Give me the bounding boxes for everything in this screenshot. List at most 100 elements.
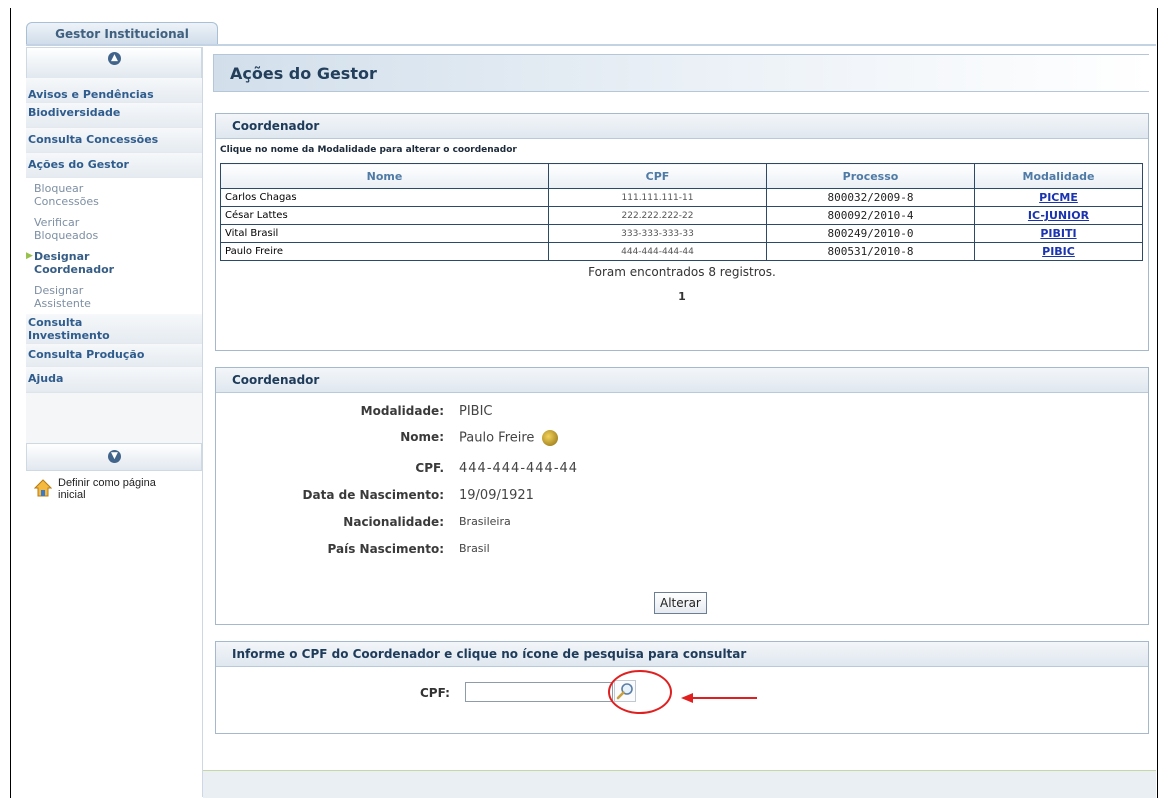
set-homepage-label: Definir como página inicial bbox=[58, 477, 156, 501]
column-header-processo[interactable]: Processo bbox=[766, 163, 975, 189]
table-header-row: Nome CPF Processo Modalidade bbox=[220, 163, 1143, 189]
cell-processo: 800092/2010-4 bbox=[766, 206, 975, 225]
cell-processo: 800249/2010-0 bbox=[766, 224, 975, 243]
sidebar-item-consulta-investimento[interactable]: Consulta Investimento bbox=[26, 314, 202, 344]
cpf-input[interactable] bbox=[465, 682, 613, 702]
annotation-arrow-icon bbox=[681, 693, 757, 703]
column-header-cpf[interactable]: CPF bbox=[548, 163, 767, 189]
cell-processo: 800032/2009-8 bbox=[766, 188, 975, 207]
search-button[interactable] bbox=[614, 680, 636, 702]
table-row: Carlos Chagas 111.111.111-11 800032/2009… bbox=[220, 188, 1143, 207]
sidebar-subitem-label: Designar Coordenador bbox=[34, 250, 115, 276]
cell-cpf: 444-444-444-44 bbox=[548, 242, 767, 261]
cell-modalidade: IC-JUNIOR bbox=[974, 206, 1143, 225]
table-row: Paulo Freire 444-444-444-44 800531/2010-… bbox=[220, 242, 1143, 261]
sidebar-item-consulta-concessoes[interactable]: Consulta Concessões bbox=[26, 128, 202, 153]
field-label: CPF. bbox=[415, 461, 444, 475]
cell-modalidade: PIBIC bbox=[974, 242, 1143, 261]
modalidade-link[interactable]: PIBIC bbox=[1042, 245, 1075, 258]
sidebar-subitem-designar-coordenador[interactable]: ▶ Designar Coordenador bbox=[26, 246, 202, 280]
cell-cpf: 222.222.222-22 bbox=[548, 206, 767, 225]
panel-title: Informe o CPF do Coordenador e clique no… bbox=[216, 642, 1148, 667]
field-value: Brasil bbox=[459, 542, 490, 555]
field-nacionalidade: Nacionalidade: Brasileira bbox=[216, 515, 1146, 537]
cell-nome: Carlos Chagas bbox=[220, 188, 549, 207]
cpf-label: CPF: bbox=[420, 686, 450, 700]
modalidade-link[interactable]: IC-JUNIOR bbox=[1028, 209, 1089, 222]
field-label: Nacionalidade: bbox=[343, 515, 444, 529]
coordenador-table: Nome CPF Processo Modalidade Carlos Chag… bbox=[220, 163, 1143, 261]
person-info-icon[interactable] bbox=[542, 430, 559, 446]
sidebar-item-label: Biodiversidade bbox=[28, 106, 121, 119]
column-header-modalidade[interactable]: Modalidade bbox=[974, 163, 1143, 189]
hint-text: Clique no nome da Modalidade para altera… bbox=[220, 145, 517, 155]
app-tab[interactable]: Gestor Institucional bbox=[26, 22, 218, 45]
column-header-nome[interactable]: Nome bbox=[220, 163, 549, 189]
scroll-down-icon[interactable]: ▼ bbox=[108, 450, 121, 463]
alterar-button[interactable]: Alterar bbox=[654, 592, 707, 614]
sidebar-item-label: Avisos e Pendências bbox=[28, 88, 154, 101]
main-content: Ações do Gestor Coordenador Clique no no… bbox=[203, 47, 1156, 798]
field-label: País Nascimento: bbox=[327, 542, 444, 556]
sidebar-item-avisos[interactable]: Avisos e Pendências bbox=[26, 78, 202, 103]
sidebar-item-label: Consulta Investimento bbox=[28, 316, 110, 342]
frame-left-border bbox=[10, 8, 11, 798]
sidebar-item-label: Ajuda bbox=[28, 372, 64, 385]
field-value: 19/09/1921 bbox=[459, 488, 534, 503]
sidebar-item-label: Ações do Gestor bbox=[28, 158, 129, 171]
field-value: 444-444-444-44 bbox=[459, 461, 579, 476]
sidebar-subitem-bloquear[interactable]: Bloquear Concessões bbox=[26, 178, 202, 212]
frame-right-border bbox=[1157, 8, 1158, 798]
cell-processo: 800531/2010-8 bbox=[766, 242, 975, 261]
sidebar-subitem-label: Verificar Bloqueados bbox=[34, 216, 99, 242]
coordenador-list-panel: Coordenador Clique no nome da Modalidade… bbox=[215, 113, 1149, 351]
field-label: Modalidade: bbox=[360, 404, 444, 418]
sidebar-subitem-label: Bloquear Concessões bbox=[34, 182, 99, 208]
cell-nome: César Lattes bbox=[220, 206, 549, 225]
modalidade-link[interactable]: PICME bbox=[1039, 191, 1078, 204]
sidebar-item-ajuda[interactable]: Ajuda bbox=[26, 367, 202, 392]
field-value: PIBIC bbox=[459, 404, 493, 419]
sidebar-subitem-designar-assistente[interactable]: Designar Assistente bbox=[26, 280, 202, 314]
scroll-up-icon[interactable]: ▲ bbox=[108, 52, 121, 65]
cell-nome: Paulo Freire bbox=[220, 242, 549, 261]
cell-cpf: 111.111.111-11 bbox=[548, 188, 767, 207]
field-nome: Nome: Paulo Freire bbox=[216, 430, 1146, 452]
records-found-text: Foram encontrados 8 registros. bbox=[588, 265, 776, 279]
set-homepage-link[interactable]: Definir como página inicial bbox=[26, 477, 202, 501]
panel-title: Coordenador bbox=[216, 368, 1148, 393]
cell-modalidade: PIBITI bbox=[974, 224, 1143, 243]
page-number-link[interactable]: 1 bbox=[216, 290, 1148, 303]
sidebar-item-biodiversidade[interactable]: Biodiversidade bbox=[26, 103, 202, 128]
house-icon bbox=[33, 479, 53, 497]
cell-modalidade: PICME bbox=[974, 188, 1143, 207]
sidebar-item-acoes-gestor[interactable]: Ações do Gestor bbox=[26, 153, 202, 178]
field-pais-nascimento: País Nascimento: Brasil bbox=[216, 542, 1146, 564]
field-value: Paulo Freire bbox=[459, 430, 535, 446]
magnifier-icon bbox=[616, 683, 633, 700]
sidebar-top-header: ▲ bbox=[26, 47, 202, 78]
modalidade-link[interactable]: PIBITI bbox=[1040, 227, 1076, 240]
tab-underline bbox=[26, 44, 1156, 46]
table-row: Vital Brasil 333-333-333-33 800249/2010-… bbox=[220, 224, 1143, 243]
field-value-wrap: Paulo Freire bbox=[459, 430, 559, 446]
page-title: Ações do Gestor bbox=[213, 54, 1149, 92]
field-modalidade: Modalidade: PIBIC bbox=[216, 404, 1146, 426]
cell-nome: Vital Brasil bbox=[220, 224, 549, 243]
field-label: Data de Nascimento: bbox=[302, 488, 444, 502]
active-marker-icon: ▶ bbox=[26, 251, 33, 261]
sidebar-item-consulta-producao[interactable]: Consulta Produção bbox=[26, 344, 202, 367]
cpf-search-panel: Informe o CPF do Coordenador e clique no… bbox=[215, 641, 1149, 734]
table-row: César Lattes 222.222.222-22 800092/2010-… bbox=[220, 206, 1143, 225]
field-value: Brasileira bbox=[459, 515, 511, 528]
field-cpf: CPF. 444-444-444-44 bbox=[216, 461, 1146, 483]
sidebar-item-label: Consulta Produção bbox=[28, 348, 145, 361]
sidebar-subitem-label: Designar Assistente bbox=[34, 284, 91, 310]
sidebar-bottom-header: ▼ bbox=[26, 443, 202, 471]
sidebar-item-label: Consulta Concessões bbox=[28, 133, 159, 146]
sidebar-subitem-verificar[interactable]: Verificar Bloqueados bbox=[26, 212, 202, 246]
footer-band bbox=[203, 770, 1156, 798]
panel-title: Coordenador bbox=[216, 114, 1148, 139]
cell-cpf: 333-333-333-33 bbox=[548, 224, 767, 243]
field-data-nascimento: Data de Nascimento: 19/09/1921 bbox=[216, 488, 1146, 510]
